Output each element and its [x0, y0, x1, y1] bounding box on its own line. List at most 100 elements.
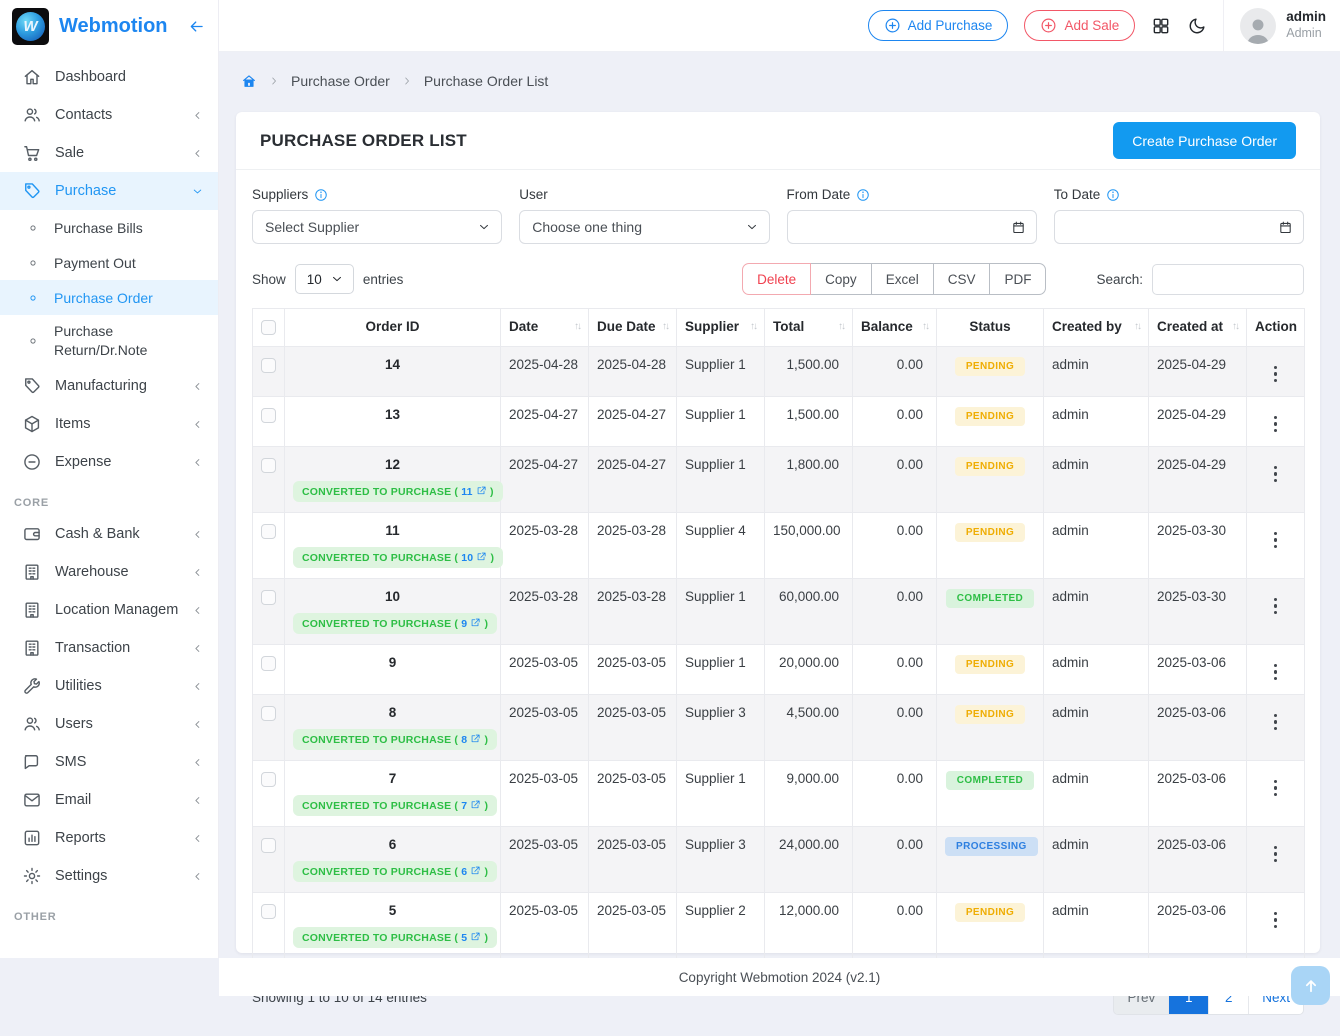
cell-balance: 0.00: [853, 397, 937, 447]
converted-purchase-link[interactable]: 8: [461, 734, 481, 746]
converted-purchase-link[interactable]: 10: [461, 552, 487, 564]
row-checkbox[interactable]: [261, 656, 276, 671]
calendar-icon[interactable]: [1011, 220, 1026, 235]
row-actions-button[interactable]: [1266, 660, 1286, 685]
row-checkbox[interactable]: [261, 358, 276, 373]
sidebar-item-sale[interactable]: Sale: [0, 134, 218, 172]
row-actions-button[interactable]: [1266, 528, 1286, 553]
row-actions-button[interactable]: [1266, 908, 1286, 933]
sidebar-item-items[interactable]: Items: [0, 405, 218, 443]
excel-button[interactable]: Excel: [871, 263, 934, 295]
info-icon[interactable]: [856, 188, 870, 202]
row-checkbox[interactable]: [261, 524, 276, 539]
user-profile[interactable]: admin Admin: [1223, 0, 1326, 52]
row-actions-button[interactable]: [1266, 842, 1286, 867]
sidebar-item-purchase-order[interactable]: Purchase Order: [0, 280, 218, 315]
col-created-at[interactable]: Created at↑↓: [1149, 309, 1247, 347]
brand-logo[interactable]: W: [12, 8, 49, 45]
breadcrumb-purchase-order-list[interactable]: Purchase Order List: [424, 73, 549, 89]
add-sale-button[interactable]: Add Sale: [1024, 10, 1135, 41]
sidebar-item-transaction[interactable]: Transaction: [0, 629, 218, 667]
from-date-input[interactable]: [800, 219, 1011, 235]
sidebar-collapse-icon[interactable]: [187, 17, 206, 36]
info-icon[interactable]: [314, 188, 328, 202]
sidebar-item-purchase-bills[interactable]: Purchase Bills: [0, 210, 218, 245]
pdf-button[interactable]: PDF: [989, 263, 1046, 295]
sidebar-item-purchase[interactable]: Purchase: [0, 172, 218, 210]
to-date-input[interactable]: [1067, 219, 1278, 235]
sidebar-item-payment-out[interactable]: Payment Out: [0, 245, 218, 280]
csv-button[interactable]: CSV: [933, 263, 991, 295]
row-actions-button[interactable]: [1266, 710, 1286, 735]
wrench-icon: [22, 676, 42, 696]
search-input[interactable]: [1152, 264, 1304, 295]
cell-checkbox: [253, 695, 285, 761]
sidebar-item-label: Purchase Return/Dr.Note: [54, 322, 204, 360]
row-actions-button[interactable]: [1266, 594, 1286, 619]
breadcrumb-purchase-order[interactable]: Purchase Order: [291, 73, 390, 89]
col-supplier[interactable]: Supplier↑↓: [677, 309, 765, 347]
sidebar-item-settings[interactable]: Settings: [0, 857, 218, 895]
converted-to-purchase-badge: CONVERTED TO PURCHASE ( 9 ): [293, 613, 497, 634]
sidebar-item-label: SMS: [55, 754, 178, 770]
converted-to-purchase-badge: CONVERTED TO PURCHASE ( 11 ): [293, 481, 503, 502]
col-balance[interactable]: Balance↑↓: [853, 309, 937, 347]
sidebar-item-purchase-return-dr-note[interactable]: Purchase Return/Dr.Note: [0, 315, 218, 367]
sidebar-item-contacts[interactable]: Contacts: [0, 96, 218, 134]
converted-purchase-link[interactable]: 9: [461, 618, 481, 630]
col-date[interactable]: Date↑↓: [501, 309, 589, 347]
converted-purchase-link[interactable]: 6: [461, 866, 481, 878]
row-actions-button[interactable]: [1266, 362, 1286, 387]
sidebar-item-sms[interactable]: SMS: [0, 743, 218, 781]
sidebar-item-cash-bank[interactable]: Cash & Bank: [0, 515, 218, 553]
row-checkbox[interactable]: [261, 706, 276, 721]
calendar-icon[interactable]: [1278, 220, 1293, 235]
apps-grid-icon[interactable]: [1151, 16, 1171, 36]
sidebar-item-email[interactable]: Email: [0, 781, 218, 819]
row-checkbox[interactable]: [261, 772, 276, 787]
order-id: 13: [293, 407, 492, 422]
add-purchase-button[interactable]: Add Purchase: [868, 10, 1009, 41]
row-actions-button[interactable]: [1266, 776, 1286, 801]
select-all-checkbox[interactable]: [261, 320, 276, 335]
sidebar-item-label: Purchase Bills: [54, 220, 204, 236]
row-checkbox[interactable]: [261, 838, 276, 853]
scroll-to-top-button[interactable]: [1291, 966, 1330, 1005]
sidebar-item-dashboard[interactable]: Dashboard: [0, 58, 218, 96]
col-created-by[interactable]: Created by↑↓: [1044, 309, 1149, 347]
row-checkbox[interactable]: [261, 590, 276, 605]
sidebar-item-location-management[interactable]: Location Management: [0, 591, 218, 629]
row-actions-button[interactable]: [1266, 462, 1286, 487]
create-purchase-order-button[interactable]: Create Purchase Order: [1113, 122, 1296, 159]
row-checkbox[interactable]: [261, 408, 276, 423]
col-due-date[interactable]: Due Date↑↓: [589, 309, 677, 347]
copy-button[interactable]: Copy: [810, 263, 872, 295]
converted-purchase-link[interactable]: 7: [461, 800, 481, 812]
delete-button[interactable]: Delete: [742, 263, 811, 295]
badge-suffix: ): [481, 618, 488, 630]
sidebar-item-users[interactable]: Users: [0, 705, 218, 743]
home-icon[interactable]: [241, 73, 257, 89]
info-icon[interactable]: [1106, 188, 1120, 202]
row-checkbox[interactable]: [261, 904, 276, 919]
dark-mode-icon[interactable]: [1187, 16, 1207, 36]
user-select[interactable]: Choose one thing: [519, 210, 769, 244]
brand-name[interactable]: Webmotion: [59, 15, 177, 38]
row-actions-button[interactable]: [1266, 412, 1286, 437]
sidebar-item-expense[interactable]: Expense: [0, 443, 218, 481]
sidebar-item-reports[interactable]: Reports: [0, 819, 218, 857]
cell-date: 2025-03-05: [501, 695, 589, 761]
cell-status: PENDING: [937, 645, 1044, 695]
sidebar-item-manufacturing[interactable]: Manufacturing: [0, 367, 218, 405]
sidebar-item-warehouse[interactable]: Warehouse: [0, 553, 218, 591]
supplier-select[interactable]: Select Supplier: [252, 210, 502, 244]
page-length-select[interactable]: 10: [295, 264, 354, 294]
chevron-left-icon: [191, 642, 204, 655]
home-icon: [22, 67, 42, 87]
row-checkbox[interactable]: [261, 458, 276, 473]
cell-date: 2025-04-27: [501, 447, 589, 513]
converted-purchase-link[interactable]: 5: [461, 932, 481, 944]
sidebar-item-utilities[interactable]: Utilities: [0, 667, 218, 705]
col-total[interactable]: Total↑↓: [765, 309, 853, 347]
converted-purchase-link[interactable]: 11: [461, 486, 487, 498]
